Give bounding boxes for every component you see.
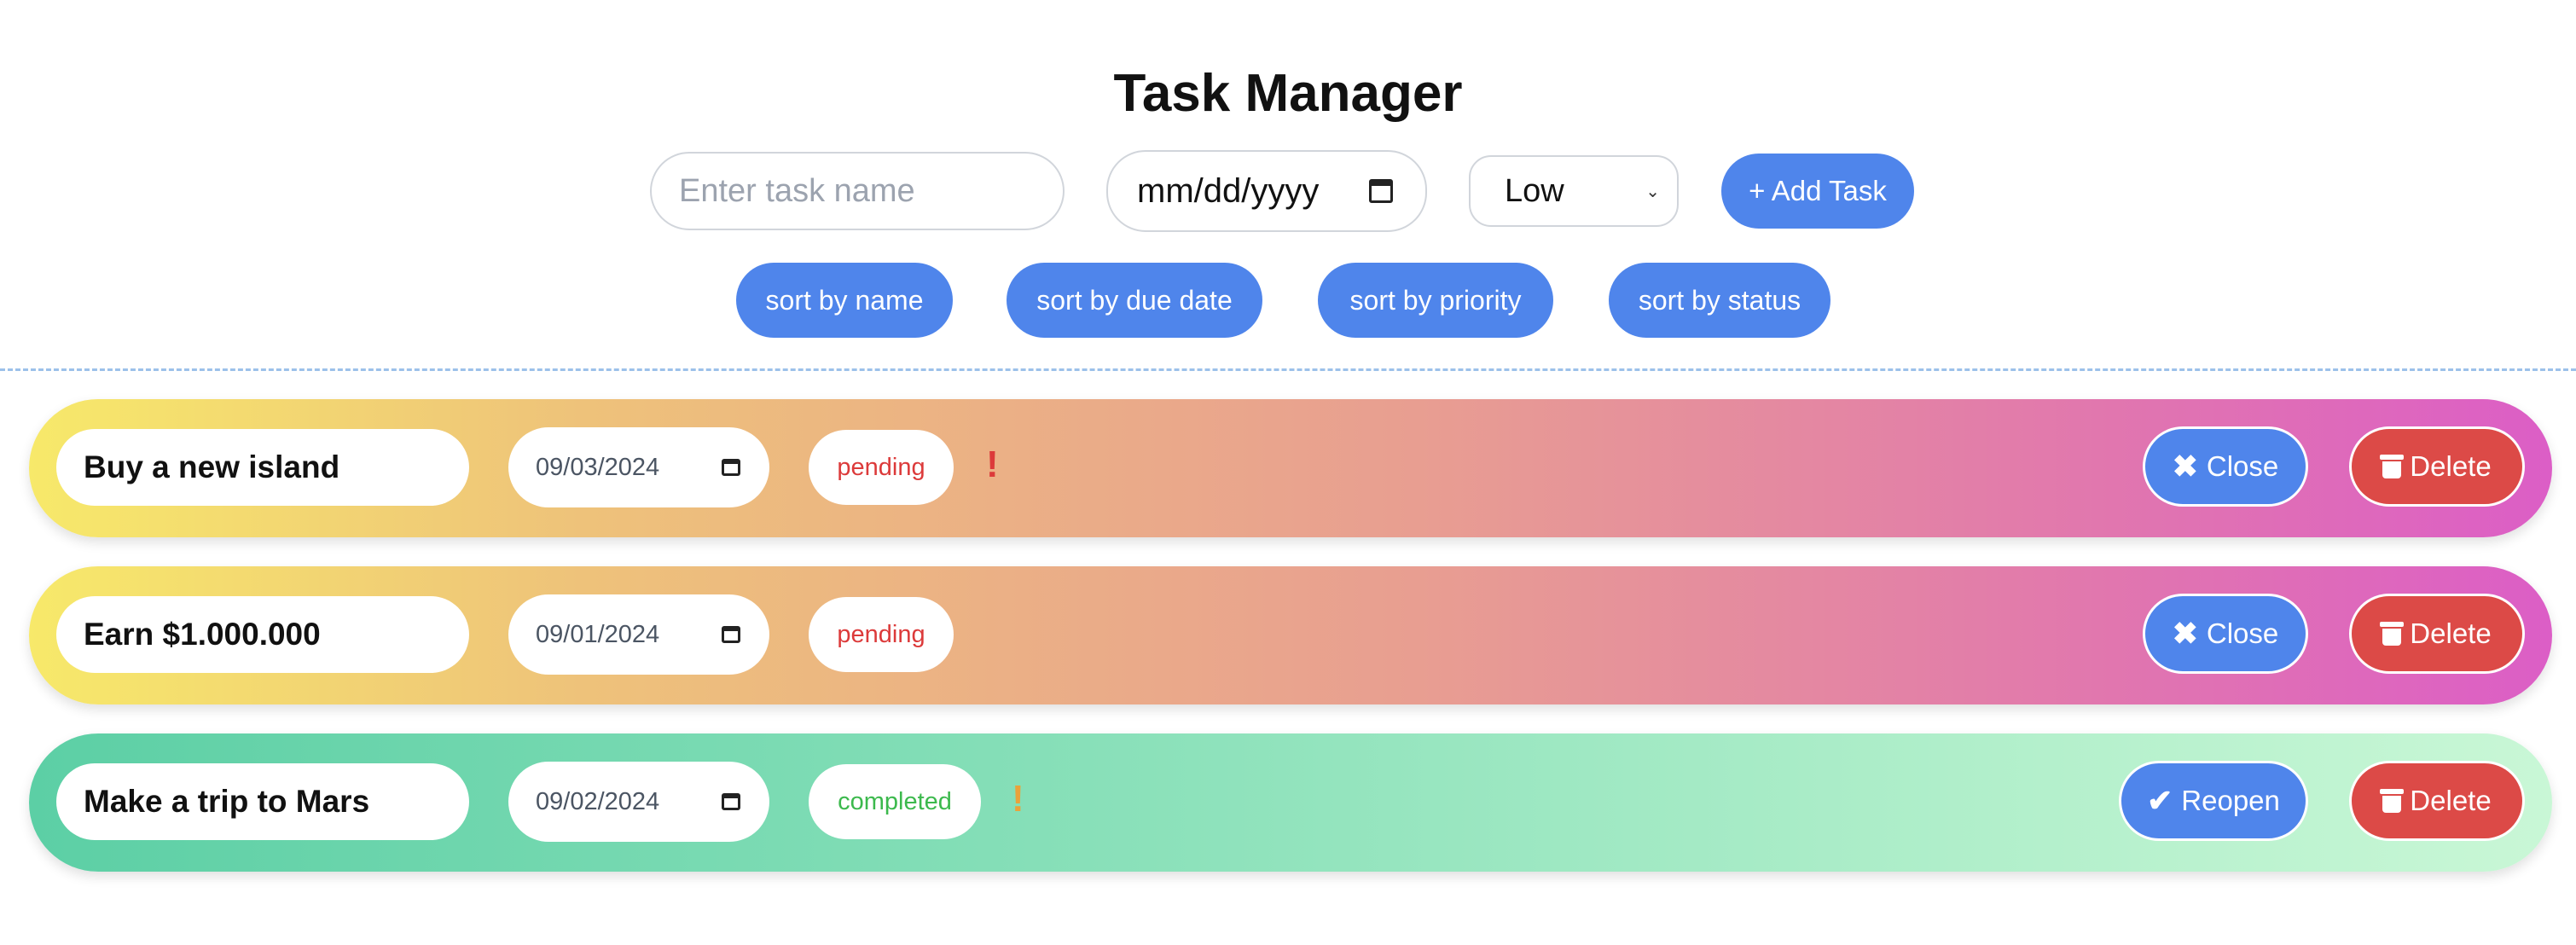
task-due-date-value: 09/02/2024 <box>536 787 660 815</box>
task-due-date-value: 09/01/2024 <box>536 620 660 648</box>
close-task-label: Close <box>2206 617 2279 649</box>
task-due-date[interactable]: 09/02/2024 <box>508 762 769 842</box>
task-row: Make a trip to Mars 09/02/2024 completed… <box>29 733 2552 872</box>
priority-selected-value: Low <box>1505 172 1564 209</box>
page-title: Task Manager <box>1113 64 1463 123</box>
reopen-task-label: Reopen <box>2181 785 2280 816</box>
task-row: Earn $1.000.000 09/01/2024 pending ✖ Clo… <box>29 566 2552 704</box>
task-name-input[interactable] <box>652 172 1063 210</box>
close-task-button[interactable]: ✖ Close <box>2143 426 2308 507</box>
task-row: Buy a new island 09/03/2024 pending ! ✖ … <box>29 399 2552 537</box>
calendar-icon[interactable] <box>722 626 740 643</box>
sort-by-due-date-button[interactable]: sort by due date <box>1007 263 1262 338</box>
task-name[interactable]: Make a trip to Mars <box>56 763 469 840</box>
trash-icon <box>2380 622 2405 646</box>
reopen-task-button[interactable]: ✔ Reopen <box>2119 761 2308 841</box>
priority-medium-icon: ! <box>1012 778 1024 820</box>
calendar-icon[interactable] <box>722 459 740 476</box>
delete-task-label: Delete <box>2410 785 2492 816</box>
delete-task-label: Delete <box>2410 450 2492 482</box>
status-badge: pending <box>809 597 954 672</box>
status-badge: pending <box>809 430 954 505</box>
divider <box>0 368 2576 371</box>
close-task-button[interactable]: ✖ Close <box>2143 594 2308 674</box>
close-icon: ✖ <box>2172 449 2198 484</box>
close-task-label: Close <box>2206 450 2279 482</box>
chevron-down-icon: ⌄ <box>1645 182 1660 201</box>
due-date-input[interactable]: mm/dd/yyyy <box>1106 150 1427 232</box>
trash-icon <box>2380 455 2405 478</box>
priority-select[interactable]: Low ⌄ <box>1469 155 1679 227</box>
trash-icon <box>2380 789 2405 813</box>
delete-task-button[interactable]: Delete <box>2349 761 2525 841</box>
add-task-button[interactable]: + Add Task <box>1721 154 1914 229</box>
task-name-field[interactable] <box>650 152 1065 230</box>
status-badge: completed <box>809 764 981 839</box>
priority-high-icon: ! <box>986 444 999 485</box>
close-icon: ✖ <box>2172 616 2198 651</box>
task-due-date[interactable]: 09/01/2024 <box>508 594 769 675</box>
delete-task-label: Delete <box>2410 617 2492 649</box>
delete-task-button[interactable]: Delete <box>2349 426 2525 507</box>
task-due-date[interactable]: 09/03/2024 <box>508 427 769 507</box>
sort-by-priority-button[interactable]: sort by priority <box>1318 263 1553 338</box>
task-name[interactable]: Earn $1.000.000 <box>56 596 469 673</box>
check-icon: ✔ <box>2147 783 2173 818</box>
sort-by-name-button[interactable]: sort by name <box>736 263 953 338</box>
task-name[interactable]: Buy a new island <box>56 429 469 506</box>
due-date-value: mm/dd/yyyy <box>1137 171 1320 210</box>
delete-task-button[interactable]: Delete <box>2349 594 2525 674</box>
calendar-icon[interactable] <box>722 793 740 810</box>
calendar-icon[interactable] <box>1369 179 1393 203</box>
sort-by-status-button[interactable]: sort by status <box>1609 263 1830 338</box>
task-due-date-value: 09/03/2024 <box>536 453 660 481</box>
